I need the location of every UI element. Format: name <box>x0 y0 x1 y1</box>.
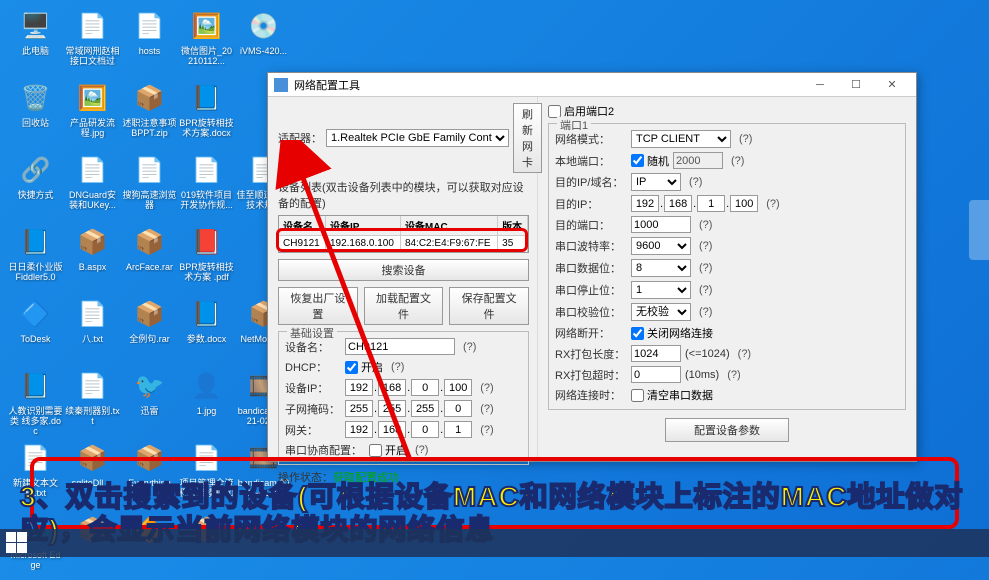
file-icon: 📄 <box>75 296 111 332</box>
config-window: 网络配置工具 ─ ☐ ✕ 适配器： 1.Realtek PCIe GbE Fam… <box>267 72 917 462</box>
device-list-hint: 设备列表(双击设备列表中的模块，可以获取对应设备的配置) <box>278 179 529 211</box>
file-icon: 📦 <box>132 224 168 260</box>
notification-sidebar[interactable] <box>969 200 989 260</box>
desktop-icon[interactable]: 📘参数.docx <box>179 296 234 364</box>
desktop-icon[interactable]: 🖼️产品研发流程.jpg <box>65 80 120 148</box>
desktop-icon[interactable]: 📄搜狗高速浏览器 <box>122 152 177 220</box>
device-ip-input[interactable]: ... <box>345 379 472 396</box>
dest-type-select[interactable]: IP <box>631 173 681 191</box>
local-port-input <box>673 152 723 169</box>
search-device-button[interactable]: 搜索设备 <box>278 259 529 281</box>
file-icon: 🖼️ <box>75 80 111 116</box>
taskbar[interactable] <box>0 529 989 557</box>
parity-select[interactable]: 无校验 <box>631 303 691 321</box>
desktop-icon[interactable]: 🖼️微信图片_20210112... <box>179 8 234 76</box>
save-config-button[interactable]: 保存配置文件 <box>449 287 529 325</box>
adapter-select[interactable]: 1.Realtek PCIe GbE Family Cont <box>326 129 509 147</box>
device-name-input[interactable] <box>345 338 455 355</box>
file-icon: 👤 <box>189 368 225 404</box>
port1-settings: 端口1 网络模式：TCP CLIENT(?) 本地端口：随机(?) 目的IP/域… <box>548 123 906 410</box>
desktop-icon[interactable]: 🔷ToDesk <box>8 296 63 364</box>
file-icon: 📕 <box>189 224 225 260</box>
window-title: 网络配置工具 <box>294 77 802 93</box>
close-button[interactable]: ✕ <box>874 74 910 96</box>
maximize-button[interactable]: ☐ <box>838 74 874 96</box>
help-icon[interactable]: (?) <box>463 341 476 353</box>
help-icon[interactable]: (?) <box>391 361 404 373</box>
subnet-input[interactable]: ... <box>345 400 472 417</box>
reconnect-checkbox[interactable]: 清空串口数据 <box>631 387 713 403</box>
desktop-icon[interactable]: 📕BPR旋转相技术方案 .pdf <box>179 224 234 292</box>
desktop-icon[interactable]: 📄DNGuard安装和UKey... <box>65 152 120 220</box>
file-icon: 🖼️ <box>189 8 225 44</box>
desktop-icon[interactable]: 📘日日柔仆业版 Fiddler5.0 <box>8 224 63 292</box>
basic-settings: 基础设置 设备名：(?) DHCP：开启(?) 设备IP：...(?) 子网掩码… <box>278 331 529 465</box>
file-icon: 💿 <box>246 8 282 44</box>
adapter-label: 适配器： <box>278 130 322 146</box>
desktop-icon[interactable]: 📦全例句.rar <box>122 296 177 364</box>
desktop-icon[interactable]: 💿iVMS-420... <box>236 8 291 76</box>
table-row[interactable]: CH9121192.168.0.10084:C2:E4:F9:67:FE35 <box>279 236 528 252</box>
file-icon: 🔗 <box>18 152 54 188</box>
titlebar[interactable]: 网络配置工具 ─ ☐ ✕ <box>268 73 916 97</box>
file-icon: 📄 <box>75 8 111 44</box>
file-icon: 📄 <box>132 8 168 44</box>
disconnect-checkbox[interactable]: 关闭网络连接 <box>631 325 713 341</box>
file-icon: 📦 <box>132 80 168 116</box>
desktop-icon[interactable]: 📄019软件项目开发协作规... <box>179 152 234 220</box>
net-mode-select[interactable]: TCP CLIENT <box>631 130 731 148</box>
start-button[interactable] <box>6 532 28 554</box>
minimize-button[interactable]: ─ <box>802 74 838 96</box>
load-config-button[interactable]: 加载配置文件 <box>364 287 444 325</box>
file-icon: 📦 <box>132 296 168 332</box>
right-panel: 启用端口2 端口1 网络模式：TCP CLIENT(?) 本地端口：随机(?) … <box>538 97 916 461</box>
desktop-icon[interactable]: 👤1.jpg <box>179 368 234 436</box>
databits-select[interactable]: 8 <box>631 259 691 277</box>
desktop-icon[interactable]: 🐦迅雷 <box>122 368 177 436</box>
file-icon: 📘 <box>189 80 225 116</box>
dest-ip-input[interactable]: ... <box>631 195 758 212</box>
file-icon: 📄 <box>75 152 111 188</box>
file-icon: 🗑️ <box>18 80 54 116</box>
dest-port-input[interactable] <box>631 216 691 233</box>
desktop-icon[interactable]: 📘BPR旋转相技术方案.docx <box>179 80 234 148</box>
desktop-icon[interactable]: 📄hosts <box>122 8 177 76</box>
file-icon: 📄 <box>132 152 168 188</box>
desktop-icon[interactable]: 📘人教识别需要类 线多家.doc <box>8 368 63 436</box>
rx-timeout-input[interactable] <box>631 366 681 383</box>
file-icon: 📄 <box>75 368 111 404</box>
file-icon: 🐦 <box>132 368 168 404</box>
file-icon: 📄 <box>189 152 225 188</box>
desktop-icon[interactable]: 📦ArcFace.rar <box>122 224 177 292</box>
config-device-button[interactable]: 配置设备参数 <box>665 418 789 442</box>
restore-button[interactable]: 恢复出厂设置 <box>278 287 358 325</box>
dhcp-checkbox[interactable]: 开启 <box>345 359 383 375</box>
desktop-icon[interactable]: 🗑️回收站 <box>8 80 63 148</box>
file-icon: 🖥️ <box>18 8 54 44</box>
app-icon <box>274 78 288 92</box>
serial-neg-checkbox[interactable]: 开启 <box>369 442 407 458</box>
gateway-input[interactable]: ... <box>345 421 472 438</box>
left-panel: 适配器： 1.Realtek PCIe GbE Family Cont 刷新网卡… <box>268 97 538 461</box>
desktop-icon[interactable]: 📦B.aspx <box>65 224 120 292</box>
file-icon: 📘 <box>18 224 54 260</box>
device-table: 设备名设备IP设备MAC版本 CH9121192.168.0.10084:C2:… <box>278 215 529 253</box>
file-icon: 📘 <box>18 368 54 404</box>
random-port-checkbox[interactable]: 随机 <box>631 153 669 169</box>
desktop-icon[interactable]: 🖥️此电脑 <box>8 8 63 76</box>
baud-select[interactable]: 9600 <box>631 237 691 255</box>
file-icon: 📘 <box>189 296 225 332</box>
file-icon: 📦 <box>75 224 111 260</box>
desktop-icon[interactable]: 📄八.txt <box>65 296 120 364</box>
desktop-icon[interactable]: 📦述职注意事项BPPT.zip <box>122 80 177 148</box>
desktop-icon[interactable]: 📄常域网刑赵相接口文档过 <box>65 8 120 76</box>
rx-pkt-input[interactable] <box>631 345 681 362</box>
file-icon: 🔷 <box>18 296 54 332</box>
desktop-icon[interactable]: 🔗快捷方式 <box>8 152 63 220</box>
stopbits-select[interactable]: 1 <box>631 281 691 299</box>
desktop-icon[interactable]: 📄续秦刑器别.txt <box>65 368 120 436</box>
